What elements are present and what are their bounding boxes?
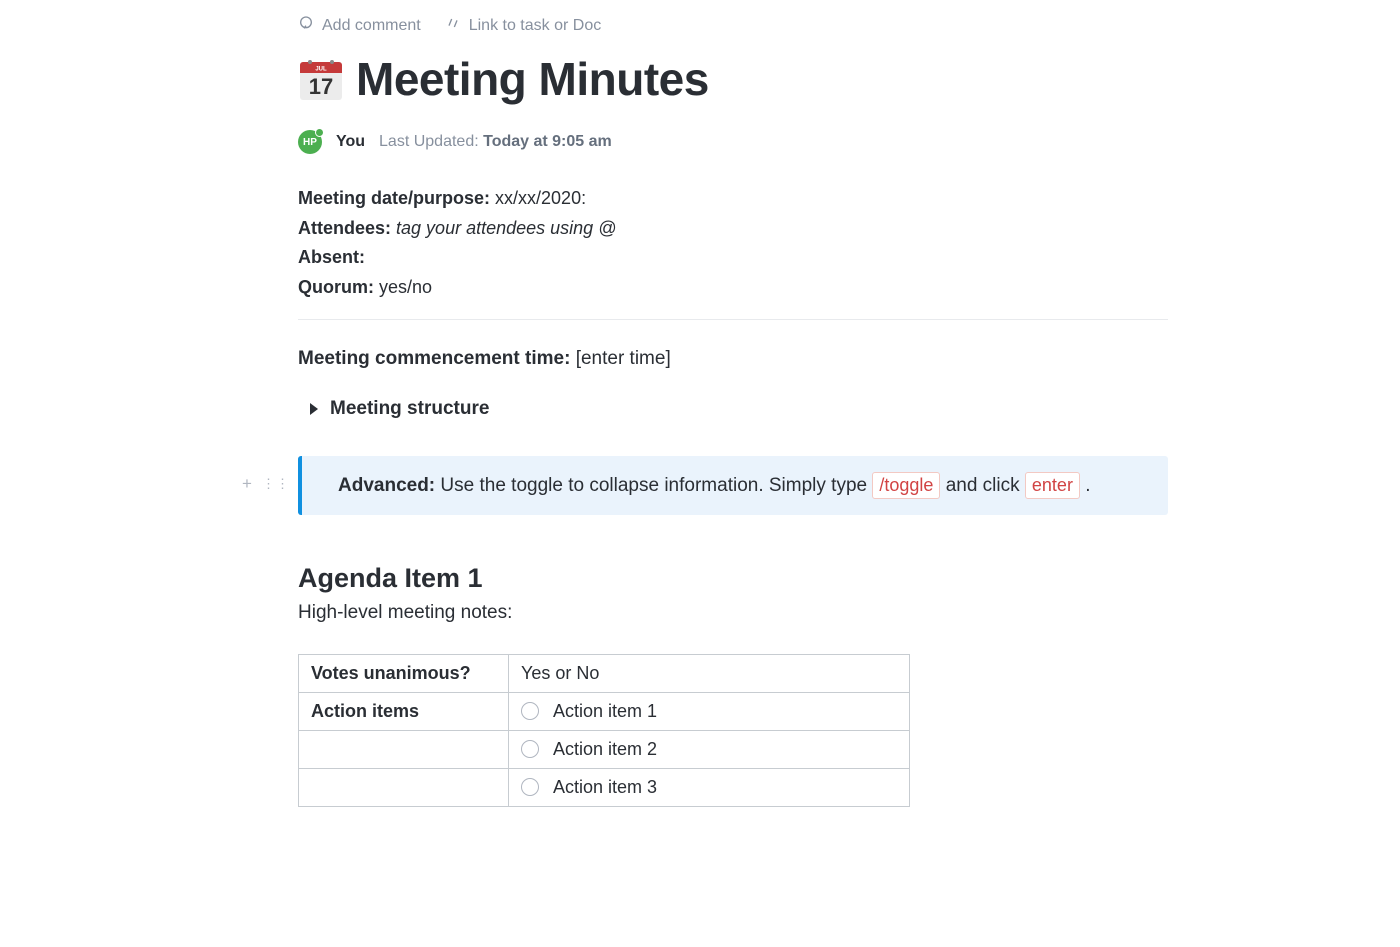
toggle-meeting-structure[interactable]: Meeting structure: [310, 398, 1168, 420]
comment-icon: [298, 15, 314, 36]
action-items-label[interactable]: Action items: [299, 692, 509, 730]
calendar-icon[interactable]: JUL 17: [298, 56, 344, 102]
action-item-text: Action item 3: [553, 777, 657, 798]
commencement-line[interactable]: Meeting commencement time: [enter time]: [298, 348, 1168, 370]
action-item-text: Action item 2: [553, 739, 657, 760]
add-block-icon[interactable]: +: [242, 474, 252, 494]
action-item-text: Action item 1: [553, 701, 657, 722]
svg-text:17: 17: [309, 74, 333, 99]
table-row: Action items Action item 1: [299, 692, 910, 730]
meta-row: HP You Last Updated: Today at 9:05 am: [298, 130, 1168, 154]
code-enter: enter: [1025, 472, 1080, 499]
table-row: Action item 3: [299, 768, 910, 806]
table-row: Action item 2: [299, 730, 910, 768]
drag-handle-icon[interactable]: ⋮⋮: [262, 476, 290, 492]
add-comment-button[interactable]: Add comment: [298, 15, 421, 36]
link-task-button[interactable]: Link to task or Doc: [445, 15, 602, 36]
radio-icon[interactable]: [521, 702, 539, 720]
date-value: xx/xx/2020:: [495, 188, 586, 208]
svg-text:JUL: JUL: [315, 67, 327, 73]
commence-label: Meeting commencement time:: [298, 348, 570, 369]
callout-text-2: and click: [940, 475, 1024, 496]
meeting-details[interactable]: Meeting date/purpose: xx/xx/2020: Attend…: [298, 184, 1168, 303]
updated-value: Today at 9:05 am: [483, 133, 612, 150]
page-title[interactable]: Meeting Minutes: [356, 52, 709, 106]
quorum-value: yes/no: [379, 277, 432, 297]
toggle-label: Meeting structure: [330, 398, 489, 420]
commence-value: [enter time]: [576, 348, 671, 369]
author-name: You: [336, 133, 365, 151]
callout-label: Advanced:: [338, 475, 435, 496]
top-actions: Add comment Link to task or Doc: [298, 15, 1168, 36]
radio-icon[interactable]: [521, 740, 539, 758]
radio-icon[interactable]: [521, 778, 539, 796]
divider: [298, 319, 1168, 320]
date-label: Meeting date/purpose:: [298, 188, 490, 208]
attendees-hint: tag your attendees using @: [396, 218, 616, 238]
title-row: JUL 17 Meeting Minutes: [298, 52, 1168, 106]
link-icon: [445, 15, 461, 36]
add-comment-label: Add comment: [322, 17, 421, 35]
absent-label: Absent:: [298, 247, 365, 267]
attendees-label: Attendees:: [298, 218, 391, 238]
block-controls: + ⋮⋮: [242, 474, 290, 494]
caret-right-icon: [310, 403, 318, 415]
table-row: Votes unanimous? Yes or No: [299, 654, 910, 692]
agenda-table[interactable]: Votes unanimous? Yes or No Action items …: [298, 654, 910, 807]
quorum-label: Quorum:: [298, 277, 374, 297]
avatar[interactable]: HP: [298, 130, 322, 154]
agenda-heading[interactable]: Agenda Item 1: [298, 563, 1168, 594]
agenda-subtext[interactable]: High-level meeting notes:: [298, 602, 1168, 624]
votes-label[interactable]: Votes unanimous?: [299, 654, 509, 692]
document-page: Add comment Link to task or Doc JUL 17 M…: [298, 15, 1168, 807]
votes-value[interactable]: Yes or No: [509, 654, 910, 692]
advanced-callout[interactable]: Advanced: Use the toggle to collapse inf…: [298, 456, 1168, 515]
callout-text-3: .: [1080, 475, 1091, 496]
updated-label: Last Updated:: [379, 133, 479, 150]
link-task-label: Link to task or Doc: [469, 17, 602, 35]
callout-text-1: Use the toggle to collapse information. …: [435, 475, 872, 496]
code-toggle: /toggle: [872, 472, 940, 499]
